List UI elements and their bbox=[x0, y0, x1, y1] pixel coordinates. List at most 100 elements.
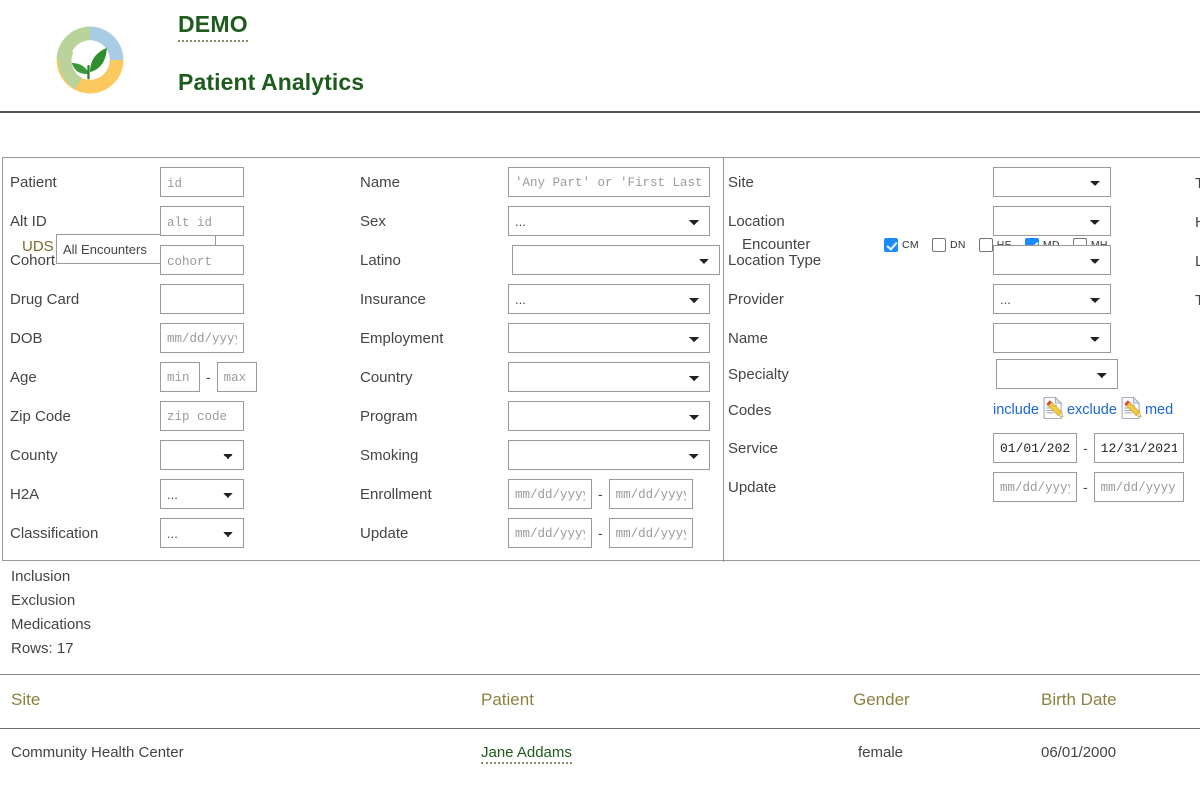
drug-card-input[interactable] bbox=[160, 284, 244, 314]
summary-medications[interactable]: Medications bbox=[11, 616, 91, 633]
column-header-patient[interactable]: Patient bbox=[481, 690, 534, 710]
label-location: Location bbox=[728, 212, 785, 230]
label-codes: Codes bbox=[728, 401, 772, 419]
field-row-cohort: Cohort bbox=[10, 245, 244, 275]
field-row-site: Site bbox=[728, 167, 1111, 197]
cohort-input[interactable] bbox=[160, 245, 244, 275]
leaf-circle-logo-icon bbox=[52, 22, 128, 98]
field-row-zip-code: Zip Code bbox=[10, 401, 244, 431]
rows-count-label: Rows: 17 bbox=[11, 640, 74, 657]
insurance-select[interactable]: ... bbox=[508, 284, 710, 314]
provider-select[interactable]: ... bbox=[993, 284, 1111, 314]
label-age: Age bbox=[10, 368, 37, 386]
label-insurance: Insurance bbox=[360, 290, 426, 308]
codes-links: include exclude med bbox=[993, 395, 1173, 423]
cell-site: Community Health Center bbox=[11, 744, 184, 761]
label-enrollment: Enrollment bbox=[360, 485, 432, 503]
label-country: Country bbox=[360, 368, 413, 386]
field-row-alt-id: Alt ID bbox=[10, 206, 244, 236]
panel-divider-right bbox=[723, 158, 724, 562]
location-select[interactable] bbox=[993, 206, 1111, 236]
label-specialty: Specialty bbox=[728, 365, 789, 383]
field-row-classification: Classification ... bbox=[10, 518, 244, 548]
specialty-select[interactable] bbox=[996, 359, 1118, 389]
clipped-label-3: L bbox=[1195, 253, 1200, 270]
summary-panel: Inclusion Exclusion Medications Rows: 17 bbox=[0, 563, 1200, 671]
name-input[interactable] bbox=[508, 167, 710, 197]
sex-select[interactable]: ... bbox=[508, 206, 710, 236]
document-edit-icon-exclude[interactable] bbox=[1118, 395, 1144, 421]
label-dob: DOB bbox=[10, 329, 43, 347]
summary-inclusion[interactable]: Inclusion bbox=[11, 568, 70, 585]
field-row-latino: Latino bbox=[360, 245, 720, 275]
dob-input[interactable] bbox=[160, 323, 244, 353]
service-to-input[interactable] bbox=[1093, 433, 1184, 463]
field-row-name: Name bbox=[360, 167, 710, 197]
age-range-separator: - bbox=[206, 369, 211, 385]
program-select[interactable] bbox=[508, 401, 710, 431]
codes-include-link[interactable]: include bbox=[993, 402, 1039, 418]
service-from-input[interactable] bbox=[993, 433, 1077, 463]
field-row-employment: Employment bbox=[360, 323, 710, 353]
update-to-input[interactable] bbox=[608, 518, 693, 548]
country-select[interactable] bbox=[508, 362, 710, 392]
column-header-gender[interactable]: Gender bbox=[853, 690, 910, 710]
codes-exclude-link[interactable]: exclude bbox=[1067, 402, 1117, 418]
latino-select[interactable] bbox=[512, 245, 720, 275]
summary-exclusion[interactable]: Exclusion bbox=[11, 592, 75, 609]
field-row-sex: Sex ... bbox=[360, 206, 710, 236]
cell-patient-link[interactable]: Jane Addams bbox=[481, 744, 572, 764]
clipped-label-2: H bbox=[1195, 214, 1200, 231]
label-provider-name: Name bbox=[728, 329, 769, 347]
field-row-location: Location bbox=[728, 206, 1111, 236]
column-header-birth-date[interactable]: Birth Date bbox=[1041, 690, 1117, 710]
field-row-drug-card: Drug Card bbox=[10, 284, 244, 314]
codes-med-link[interactable]: med bbox=[1145, 402, 1173, 418]
county-select[interactable] bbox=[160, 440, 244, 470]
cell-gender: female bbox=[858, 744, 904, 761]
field-row-h2a: H2A ... bbox=[10, 479, 244, 509]
enrollment-to-input[interactable] bbox=[608, 479, 693, 509]
employment-select[interactable] bbox=[508, 323, 710, 353]
site-update-from-input[interactable] bbox=[993, 472, 1077, 502]
smoking-select[interactable] bbox=[508, 440, 710, 470]
label-patient: Patient bbox=[10, 173, 57, 191]
label-name: Name bbox=[360, 173, 401, 191]
label-employment: Employment bbox=[360, 329, 444, 347]
field-row-country: Country bbox=[360, 362, 710, 392]
alt-id-input[interactable] bbox=[160, 206, 244, 236]
label-alt-id: Alt ID bbox=[10, 212, 47, 230]
clipped-label-4: T bbox=[1195, 292, 1200, 309]
document-edit-icon-include[interactable] bbox=[1040, 395, 1066, 421]
enrollment-from-input[interactable] bbox=[508, 479, 592, 509]
results-table-header: Site Patient Gender Birth Date bbox=[0, 676, 1200, 728]
site-select[interactable] bbox=[993, 167, 1111, 197]
label-sex: Sex bbox=[360, 212, 386, 230]
patient-id-input[interactable] bbox=[160, 167, 244, 197]
age-max-input[interactable] bbox=[216, 362, 257, 392]
update-from-input[interactable] bbox=[508, 518, 592, 548]
table-row[interactable]: Community Health Center Jane Addams fema… bbox=[0, 730, 1200, 790]
app-header: DEMO Patient Analytics bbox=[0, 0, 1200, 113]
filters-panel: Patient Alt ID Cohort Drug Card DOB Age bbox=[2, 157, 1200, 562]
field-row-location-type: Location Type bbox=[728, 245, 1111, 275]
location-type-select[interactable] bbox=[993, 245, 1111, 275]
label-program: Program bbox=[360, 407, 418, 425]
label-drug-card: Drug Card bbox=[10, 290, 80, 308]
label-update-demographics: Update bbox=[360, 524, 409, 542]
classification-select[interactable]: ... bbox=[160, 518, 244, 548]
zip-code-input[interactable] bbox=[160, 401, 244, 431]
results-table-body: Community Health Center Jane Addams fema… bbox=[0, 730, 1200, 790]
column-header-site[interactable]: Site bbox=[11, 690, 40, 710]
label-service: Service bbox=[728, 439, 779, 457]
field-row-patient: Patient bbox=[10, 167, 244, 197]
label-h2a: H2A bbox=[10, 485, 40, 503]
filter-toolbar: UDS All Encounters Encounter CM DN HE MD bbox=[0, 110, 1200, 264]
h2a-select[interactable]: ... bbox=[160, 479, 244, 509]
provider-name-select[interactable] bbox=[993, 323, 1111, 353]
field-row-age: Age - bbox=[10, 362, 257, 392]
results-table: Site Patient Gender Birth Date bbox=[0, 676, 1200, 728]
site-update-to-input[interactable] bbox=[1093, 472, 1184, 502]
age-min-input[interactable] bbox=[160, 362, 200, 392]
label-smoking: Smoking bbox=[360, 446, 419, 464]
